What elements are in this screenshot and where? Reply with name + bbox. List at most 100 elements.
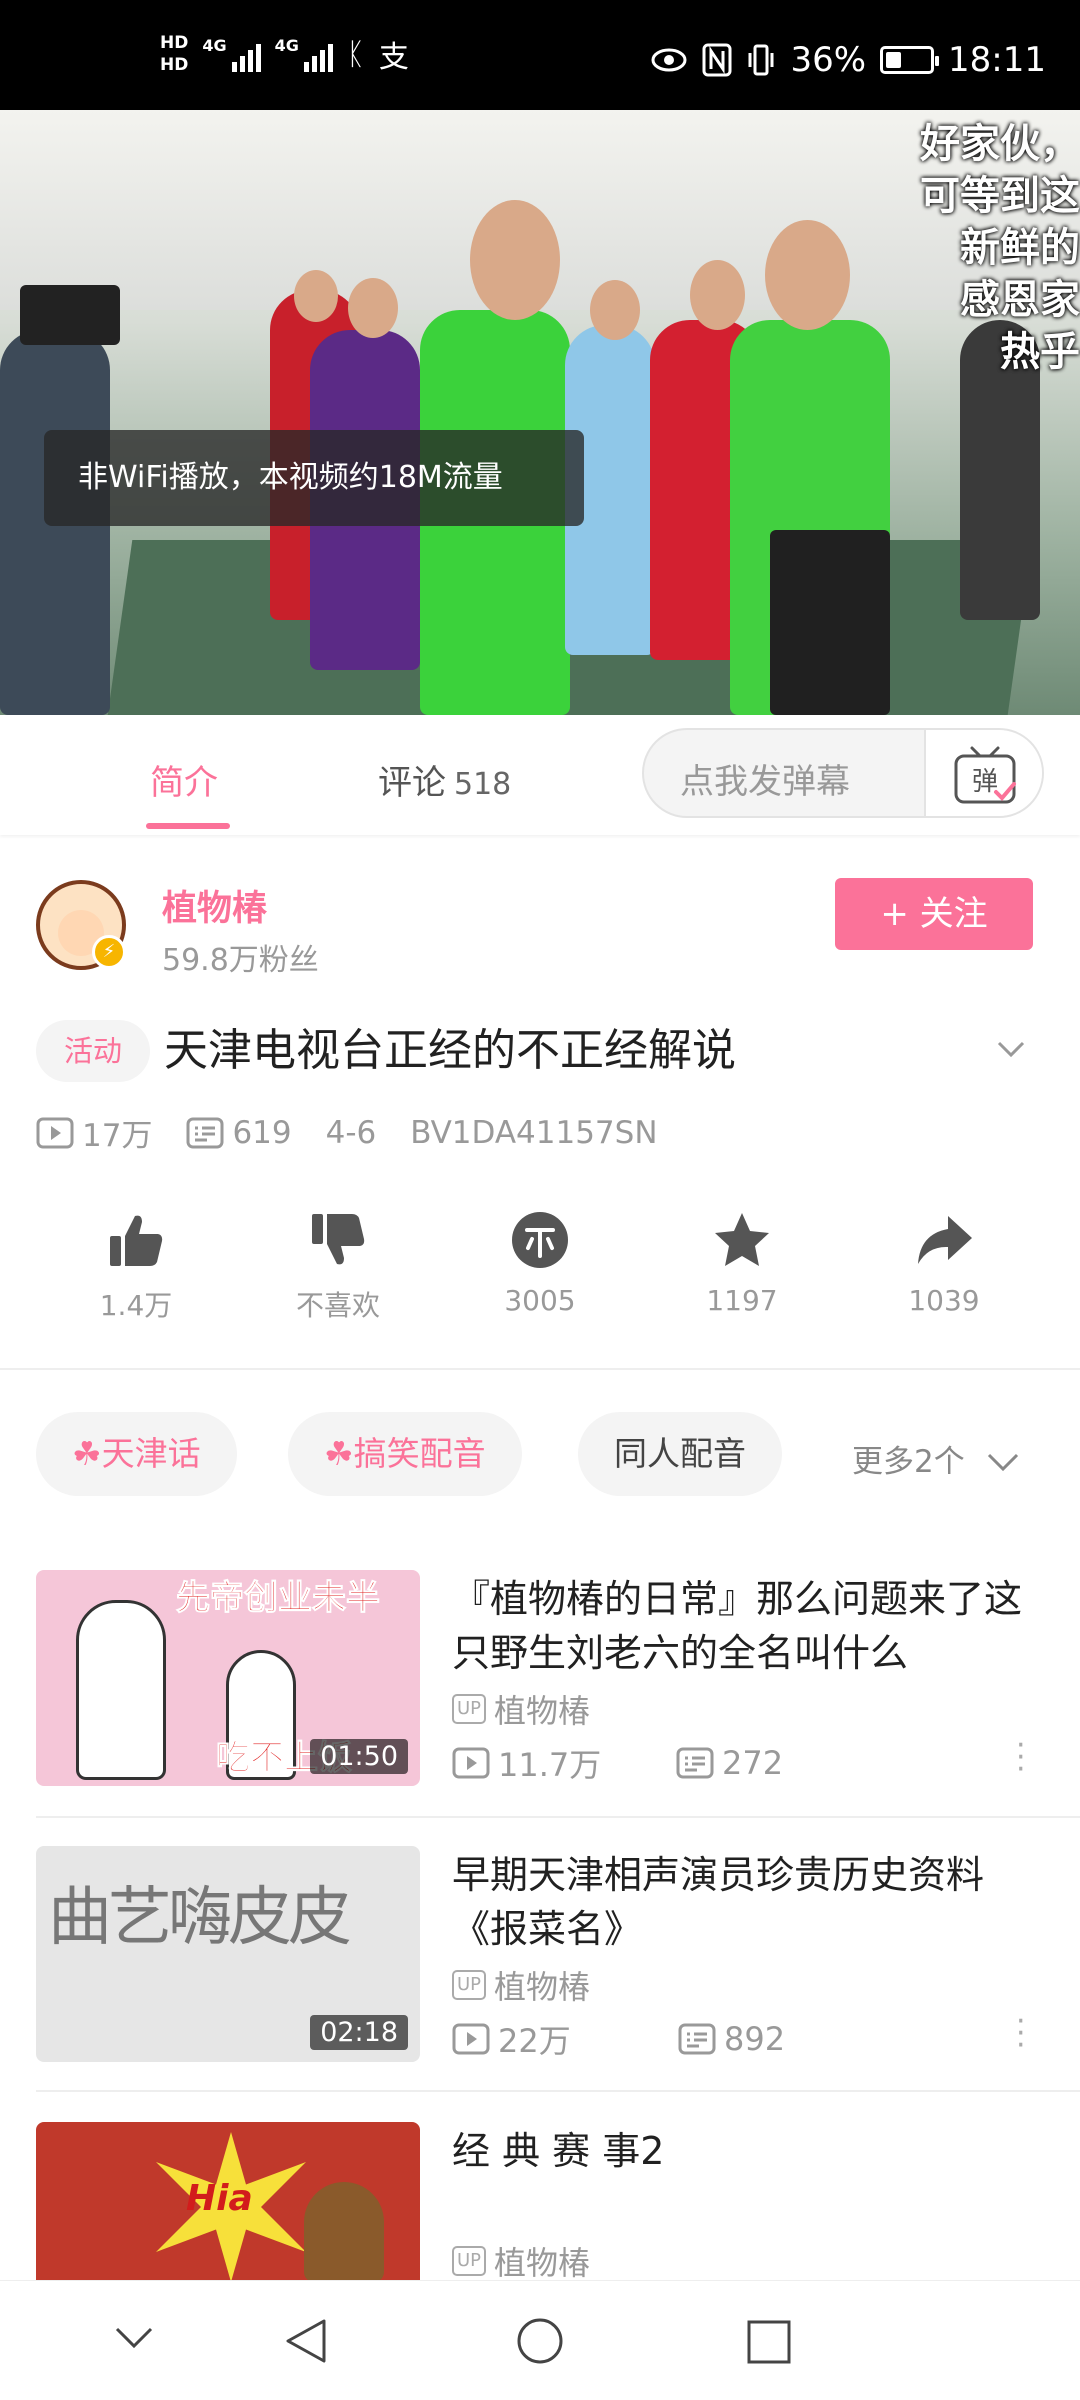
danmaku-count-icon [186,1117,224,1148]
coin-button[interactable]: 3005 [470,1210,610,1317]
thumb-caption-top: Hia [186,2178,253,2219]
player-purple-head [348,278,398,338]
thumb-character-maid [76,1600,166,1780]
danmaku-tv-icon: 弹 [954,746,1016,804]
tab-intro[interactable]: 简介 [150,755,218,804]
play-count-icon [452,2023,490,2055]
referee-2-head [765,220,850,330]
player-blue-head [590,280,640,340]
hot-tag-icon: ☘ [72,1434,102,1473]
related-thumbnail: Hia [36,2122,420,2280]
up-badge-icon: UP [452,2246,487,2276]
video-stats: 17万 619 4-6 BV1DA41157SN [36,1110,658,1155]
related-video-item[interactable]: 先帝创业未半 吃不上饭 01:50 『植物椿的日常』那么问题来了这只野生刘老六的… [0,1570,1080,1830]
chevron-down-icon [987,1453,1018,1472]
list-divider [36,1816,1080,1818]
up-badge-icon: UP [452,1970,487,2000]
chevron-down-icon[interactable] [114,2325,154,2351]
hd-indicator: HD HD [160,32,188,76]
play-count-icon [452,1747,490,1779]
more-tags-label: 更多2个 [852,1444,965,1480]
up-badge-icon: UP [452,1694,487,1724]
related-title: 经 典 赛 事2 [452,2129,665,2173]
danmaku-line: 好家伙， [920,121,1080,167]
video-title: 天津电视台正经的不正经解说 [164,1025,736,1076]
bvid: BV1DA41157SN [410,1114,658,1151]
related-stats: 11.7万 272 [452,1740,783,1786]
verified-badge-icon: ⚡ [92,935,126,969]
hot-tag-icon: ☘ [324,1434,354,1473]
more-options-icon[interactable]: · · · [1016,2007,1026,2061]
video-duration: 01:50 [310,1739,408,1774]
tag-chip-label: 搞笑配音 [353,1434,486,1473]
share-count: 1039 [908,1284,980,1317]
signal-1-icon: 4G [202,36,261,72]
related-stats: 22万 892 [452,2016,785,2062]
status-bar-left: HD HD 4G 4G ᛕ 支 [160,32,409,76]
battery-icon [880,46,940,74]
more-options-icon[interactable]: · · · [1016,1731,1026,1785]
favorite-button[interactable]: 1197 [672,1210,812,1317]
danmaku-input-box[interactable]: 点我发弹幕 弹 [642,728,1044,818]
related-uploader: UP 植物椿 [452,1962,590,2008]
tab-comments-count: 518 [454,767,512,802]
uploader-name[interactable]: 植物椿 [162,880,267,931]
related-uploader-name: 植物椿 [494,2244,591,2280]
activity-badge[interactable]: 活动 [36,1020,150,1082]
expand-chevron-icon[interactable] [996,1034,1026,1064]
related-uploader-name: 植物椿 [494,1968,591,2006]
more-tags-button[interactable]: 更多2个 [852,1436,1019,1481]
back-icon[interactable] [284,2317,328,2365]
clock: 18:11 [948,40,1046,80]
related-uploader-name: 植物椿 [494,1692,591,1730]
list-divider [36,2090,1080,2092]
dislike-label: 不喜欢 [295,1289,380,1322]
view-count-value: 17万 [82,1118,153,1154]
notification-k-icon: ᛕ [346,36,365,72]
related-video-item[interactable]: Hia 经 典 赛 事2 UP 植物椿 [0,2122,1080,2280]
like-button[interactable]: 1.4万 [66,1210,206,1324]
nfc-icon [702,43,732,77]
danmaku-line: 新鲜的 [960,225,1080,271]
danmaku-line: 热乎 [1000,329,1080,375]
star-icon [715,1213,769,1266]
recents-icon[interactable] [746,2319,792,2365]
section-divider [0,1368,1080,1370]
related-title: 早期天津相声演员珍贵历史资料《报菜名》 [452,1853,985,1951]
referee-1-head [470,200,560,320]
uploader-fans: 59.8万粉丝 [162,943,319,978]
alipay-icon: 支 [378,40,409,75]
danmaku-input-placeholder: 点我发弹幕 [680,762,850,802]
player-red-1-head [294,270,338,322]
tab-comments-label: 评论 [378,763,446,803]
related-views: 11.7万 [498,1746,602,1784]
danmaku-toggle-button[interactable]: 弹 [924,730,1042,816]
tag-chip-gaoxiao[interactable]: ☘搞笑配音 [288,1412,522,1496]
danmaku-count: 619 [186,1115,292,1151]
referee-2-shorts [770,530,890,715]
tab-active-indicator [146,823,230,829]
related-danmaku: 272 [722,1744,784,1782]
tag-chip-label: 同人配音 [614,1434,746,1473]
share-button[interactable]: 1039 [874,1210,1014,1317]
dislike-button[interactable]: 不喜欢 [268,1210,408,1324]
coin-count: 3005 [504,1284,576,1317]
tag-chip-tianjinhua[interactable]: ☘天津话 [36,1412,237,1496]
battery-percent: 36% [790,40,867,80]
tab-comments[interactable]: 评论 518 [378,755,511,804]
related-danmaku: 892 [724,2020,786,2058]
video-player[interactable]: 非WiFi播放，本视频约18M流量 好家伙， 可等到这 新鲜的 感恩家 热乎 [0,110,1080,715]
tag-chip-tongren[interactable]: 同人配音 [578,1412,782,1496]
related-thumbnail: 先帝创业未半 吃不上饭 01:50 [36,1570,420,1786]
danmaku-line: 感恩家 [960,277,1080,323]
related-video-item[interactable]: 曲艺嗨皮皮 02:18 早期天津相声演员珍贵历史资料《报菜名》 UP 植物椿 22… [0,1846,1080,2106]
follow-button[interactable]: + 关注 [835,878,1033,950]
play-count-icon [36,1117,74,1148]
thumb-character [304,2182,384,2280]
status-bar: HD HD 4G 4G ᛕ 支 36% 18:11 [0,0,1080,110]
thumbs-up-icon [110,1215,163,1266]
view-count: 17万 [36,1110,152,1155]
vibrate-icon [748,44,774,76]
camera-figure [20,285,120,345]
home-icon[interactable] [516,2317,564,2365]
